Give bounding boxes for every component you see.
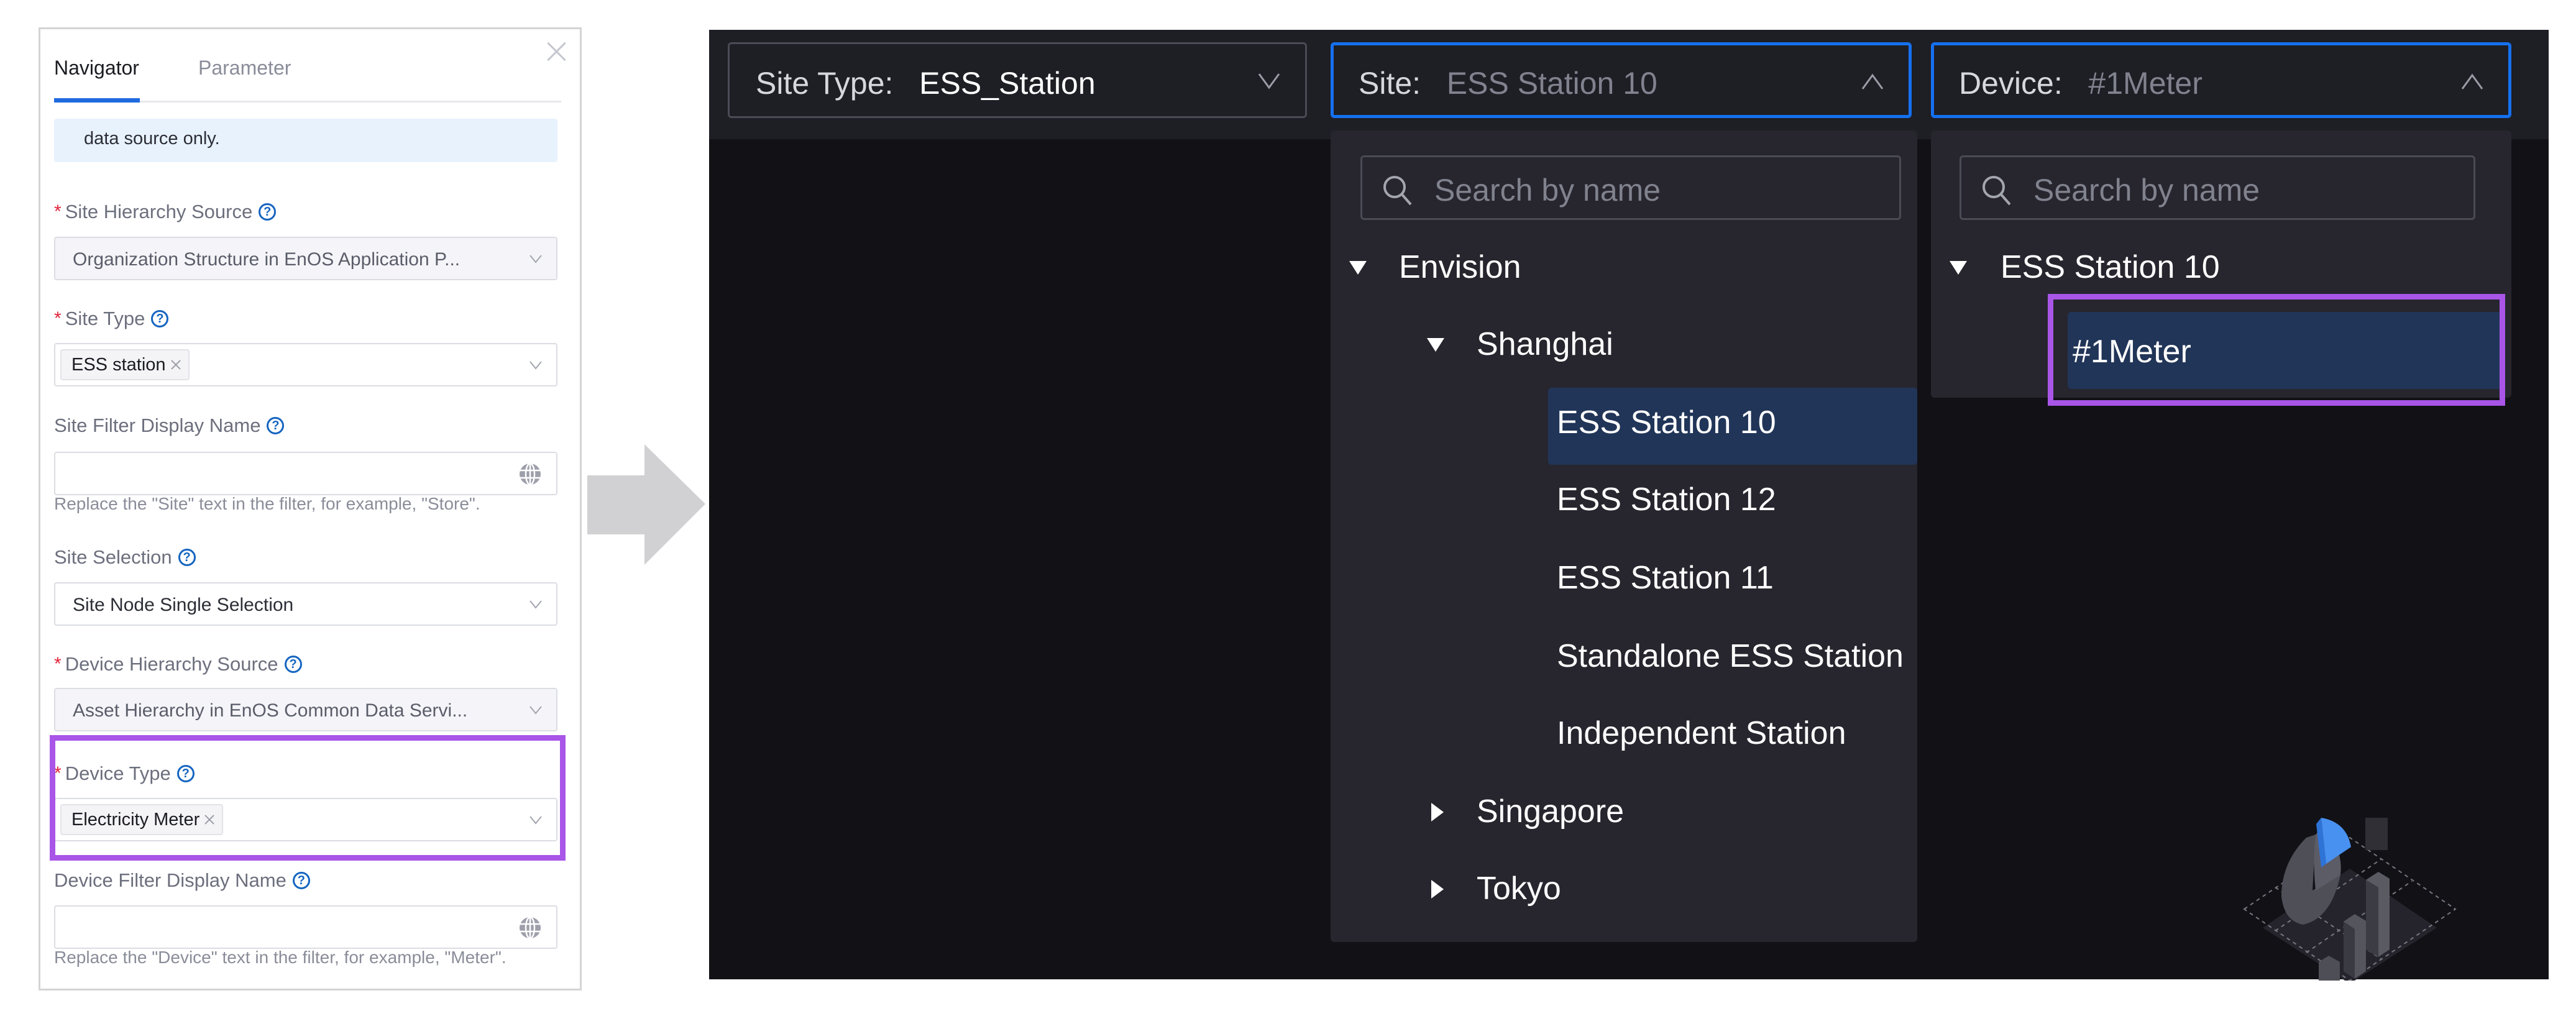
- chevron-down-icon: [529, 703, 543, 716]
- tree-node-ess-station-10[interactable]: ESS Station 10: [2001, 249, 2220, 286]
- close-icon[interactable]: [545, 40, 567, 63]
- site-filter-hint: Replace the "Site" text in the filter, f…: [54, 494, 480, 513]
- globe-icon[interactable]: [518, 462, 543, 487]
- help-icon[interactable]: ?: [284, 656, 302, 673]
- tag-remove-icon[interactable]: [171, 360, 181, 370]
- search-placeholder: Search by name: [1434, 173, 1661, 208]
- tree-node-tokyo[interactable]: Tokyo: [1477, 870, 1561, 907]
- caret-right-icon[interactable]: [1431, 880, 1444, 899]
- device-hierarchy-source-select: Asset Hierarchy in EnOS Common Data Serv…: [54, 688, 557, 731]
- label-text: Site Hierarchy Source: [65, 201, 253, 222]
- filter-value: ESS_Station: [919, 66, 1096, 101]
- site-filter-display-name-label: Site Filter Display Name ?: [54, 414, 285, 437]
- chevron-down-icon: [1258, 73, 1280, 89]
- info-banner: data source only.: [54, 119, 557, 162]
- site-search-input[interactable]: Search by name: [1360, 155, 1901, 220]
- tab-navigator-label: Navigator: [54, 57, 139, 79]
- tree-node-envision[interactable]: Envision: [1399, 249, 1521, 286]
- label-text: Device Hierarchy Source: [65, 653, 278, 675]
- filter-label: Site Type:: [756, 66, 894, 101]
- help-icon[interactable]: ?: [178, 549, 196, 566]
- device-filter[interactable]: Device: #1Meter: [1931, 42, 2511, 118]
- site-dropdown: Search by name Envision Shanghai ESS Sta…: [1331, 130, 1917, 942]
- site-hierarchy-source-select: Organization Structure in EnOS Applicati…: [54, 237, 557, 280]
- panel-tabs: Navigator Parameter: [54, 29, 561, 103]
- filter-value: #1Meter: [2088, 66, 2202, 101]
- device-hierarchy-source-label: * Device Hierarchy Source ?: [54, 653, 302, 675]
- device-node-highlight: [2048, 294, 2505, 406]
- caret-down-icon[interactable]: [1950, 261, 1967, 275]
- label-text: Site Type: [65, 308, 145, 329]
- filter-label: Device:: [1959, 66, 2063, 101]
- site-selection-select[interactable]: Site Node Single Selection: [54, 582, 557, 626]
- tree-node-independent-station[interactable]: Independent Station: [1557, 715, 1846, 752]
- device-filter-hint: Replace the "Device" text in the filter,…: [54, 948, 506, 967]
- required-asterisk: *: [54, 308, 62, 329]
- required-asterisk: *: [54, 654, 62, 674]
- tree-node-standalone-ess-station[interactable]: Standalone ESS Station: [1557, 638, 1917, 675]
- filter-value: ESS Station 10: [1446, 66, 1657, 101]
- tree-node-selected-bg[interactable]: ESS Station 10: [1548, 388, 1917, 465]
- info-banner-text: data source only.: [84, 129, 220, 149]
- filter-label: Site:: [1359, 66, 1421, 101]
- device-filter-display-name-label: Device Filter Display Name ?: [54, 869, 310, 892]
- site-type-select[interactable]: ESS station: [54, 343, 557, 387]
- site-hierarchy-source-label: * Site Hierarchy Source ?: [54, 201, 277, 223]
- tab-parameter-label: Parameter: [198, 57, 291, 79]
- right-arrow-icon: [587, 444, 705, 565]
- site-selection-label: Site Selection ?: [54, 546, 196, 569]
- label-text: Site Filter Display Name: [54, 414, 261, 436]
- tab-navigator[interactable]: Navigator: [54, 57, 139, 80]
- device-filter-text: Device: #1Meter: [1959, 65, 2202, 101]
- search-icon: [1982, 176, 2011, 206]
- tree-node-ess-station-10: ESS Station 10: [1557, 405, 1776, 441]
- select-value: Site Node Single Selection: [73, 595, 294, 615]
- search-placeholder: Search by name: [2033, 173, 2260, 208]
- search-icon: [1383, 176, 1412, 206]
- help-icon[interactable]: ?: [292, 872, 310, 889]
- chevron-up-icon: [2461, 73, 2483, 89]
- site-type-label: * Site Type ?: [54, 308, 169, 330]
- site-type-filter[interactable]: Site Type: ESS_Station: [728, 42, 1307, 118]
- chevron-down-icon: [529, 358, 543, 372]
- select-value: Organization Structure in EnOS Applicati…: [73, 249, 461, 270]
- tab-parameter[interactable]: Parameter: [198, 57, 291, 80]
- tree-node-singapore[interactable]: Singapore: [1477, 793, 1624, 830]
- tree-node-shanghai[interactable]: Shanghai: [1477, 326, 1613, 363]
- device-filter-display-name-input[interactable]: [54, 905, 557, 949]
- dashboard-preview: Site Type: ESS_Station Site: ESS Station…: [709, 30, 2549, 981]
- chevron-up-icon: [1861, 73, 1884, 89]
- site-type-tag: ESS station: [60, 349, 190, 380]
- site-filter-display-name-input[interactable]: [54, 452, 557, 495]
- chevron-down-icon: [529, 252, 543, 265]
- globe-icon[interactable]: [518, 915, 543, 940]
- required-asterisk: *: [54, 201, 62, 222]
- caret-down-icon[interactable]: [1349, 261, 1367, 275]
- help-icon[interactable]: ?: [259, 203, 277, 221]
- help-icon[interactable]: ?: [267, 417, 285, 434]
- tag-label: ESS station: [71, 354, 166, 375]
- tree-node-ess-station-12[interactable]: ESS Station 12: [1557, 481, 1776, 518]
- site-filter-text: Site: ESS Station 10: [1359, 65, 1657, 101]
- select-value: Asset Hierarchy in EnOS Common Data Serv…: [73, 700, 468, 721]
- caret-down-icon[interactable]: [1427, 338, 1444, 352]
- label-text: Device Filter Display Name: [54, 869, 286, 891]
- site-filter[interactable]: Site: ESS Station 10: [1331, 42, 1912, 118]
- site-type-filter-text: Site Type: ESS_Station: [756, 65, 1096, 101]
- device-search-input[interactable]: Search by name: [1960, 155, 2475, 220]
- device-type-highlight: [50, 735, 566, 861]
- empty-chart-illustration: [2243, 818, 2457, 981]
- caret-right-icon[interactable]: [1431, 803, 1444, 821]
- help-icon[interactable]: ?: [151, 310, 169, 327]
- tree-node-ess-station-11[interactable]: ESS Station 11: [1557, 559, 1774, 597]
- active-tab-indicator: [54, 98, 140, 103]
- label-text: Site Selection: [54, 546, 172, 568]
- chevron-down-icon: [529, 597, 543, 611]
